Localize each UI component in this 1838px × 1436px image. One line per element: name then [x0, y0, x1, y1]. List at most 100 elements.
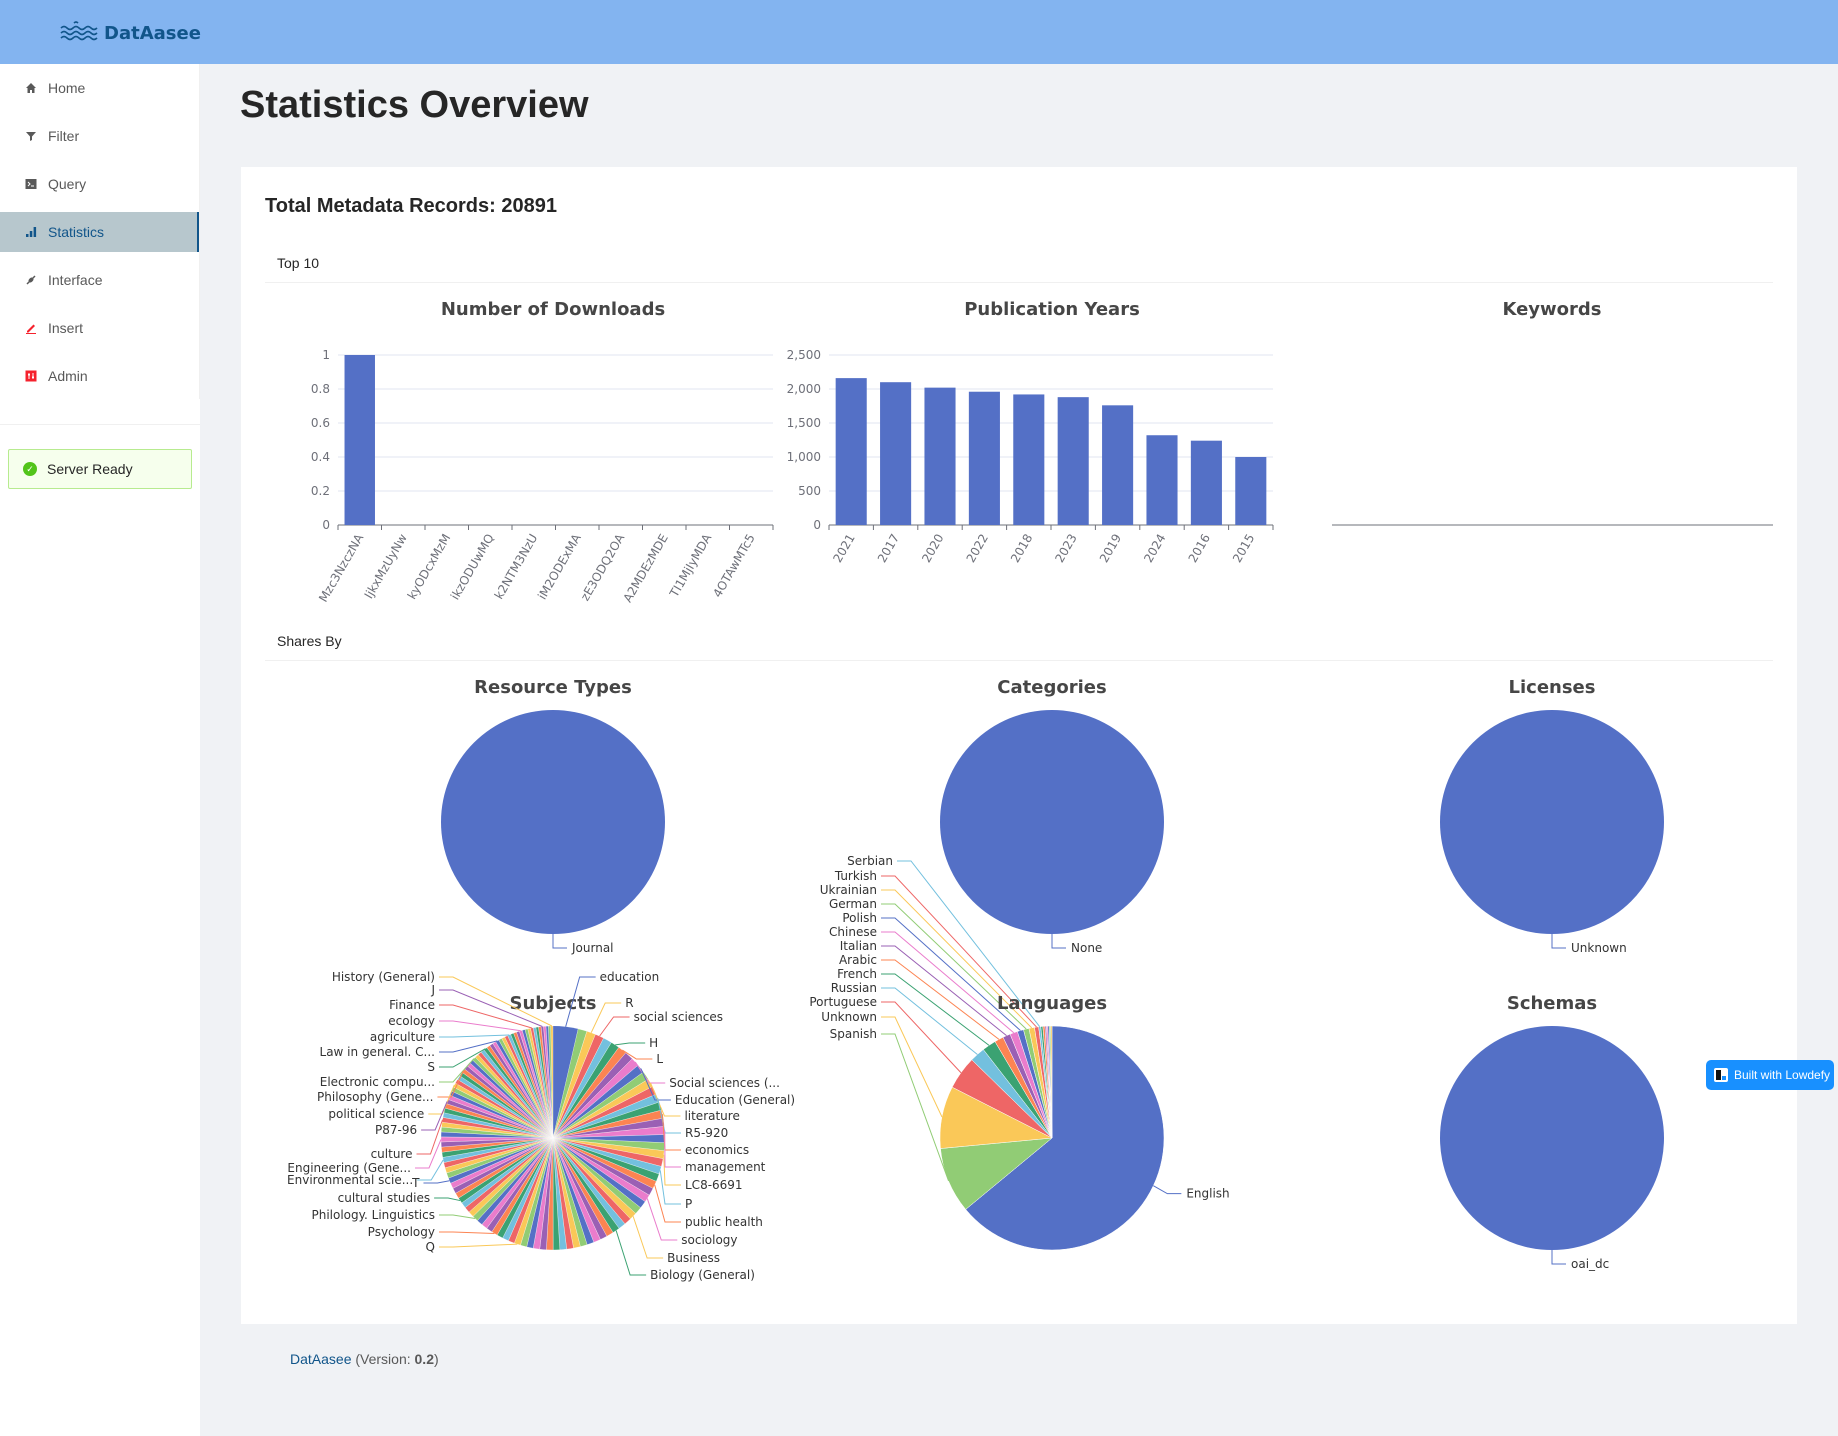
- y-tick-label: 1,500: [787, 416, 821, 430]
- slice-label: Spanish: [830, 1027, 877, 1041]
- label-leader-line: [654, 1184, 681, 1223]
- check-circle-icon: ✓: [23, 462, 37, 476]
- x-tick-label: 2017: [875, 532, 902, 565]
- chart-title: Resource Types: [474, 677, 632, 698]
- slice-label: German: [829, 897, 877, 911]
- app-logo[interactable]: DatAasee: [60, 20, 201, 47]
- slice-label: literature: [684, 1109, 739, 1123]
- chart-title: Licenses: [1509, 677, 1596, 698]
- slice-label: oai_dc: [1571, 1257, 1609, 1271]
- slice-label: Philosophy (Gene...: [317, 1090, 433, 1104]
- slice-label: Ukrainian: [820, 883, 877, 897]
- x-tick-label: 2024: [1141, 532, 1168, 565]
- sidebar-item-home[interactable]: Home: [0, 68, 200, 108]
- waves-icon: [60, 20, 98, 47]
- label-leader-line: [439, 1231, 495, 1234]
- label-leader-line: [664, 1130, 681, 1168]
- x-tick-label: zE3ODQ2OA: [578, 531, 628, 603]
- pie-slice: [940, 710, 1164, 934]
- label-leader-line: [416, 1119, 443, 1155]
- bar: [1057, 397, 1089, 525]
- label-leader-line: [615, 1042, 646, 1046]
- sidebar-item-filter[interactable]: Filter: [0, 116, 200, 156]
- sidebar-item-insert[interactable]: Insert: [0, 308, 200, 348]
- label-leader-line: [663, 1154, 681, 1186]
- y-tick-label: 1: [322, 348, 330, 362]
- edit-icon: [24, 321, 38, 335]
- sidebar-item-interface[interactable]: Interface: [0, 260, 200, 300]
- x-tick-label: kyODcxMzM: [405, 532, 454, 602]
- chart-title: Keywords: [1502, 299, 1601, 320]
- slice-label: Electronic compu...: [320, 1075, 435, 1089]
- slice-label: LC8-6691: [685, 1178, 743, 1192]
- sidebar-item-label: Interface: [48, 272, 103, 288]
- slice-label: culture: [371, 1147, 413, 1161]
- bar: [1235, 457, 1267, 525]
- y-tick-label: 0.4: [311, 450, 330, 464]
- bar: [1102, 405, 1134, 525]
- label-leader-line: [632, 1216, 664, 1259]
- x-tick-label: 2018: [1008, 532, 1035, 565]
- label-leader-line: [423, 1180, 450, 1184]
- footer-version-prefix: (Version:: [351, 1351, 415, 1367]
- bar: [1190, 440, 1222, 525]
- slice-label: R5-920: [685, 1126, 728, 1140]
- app-name: DatAasee: [104, 23, 201, 44]
- label-leader-line: [439, 1034, 510, 1038]
- sidebar-item-query[interactable]: Query: [0, 164, 200, 204]
- y-tick-label: 0: [813, 518, 821, 532]
- slice-label: P87-96: [375, 1123, 417, 1137]
- slice-label: English: [1186, 1187, 1229, 1201]
- slice-label: S: [427, 1060, 435, 1074]
- slice-label: Polish: [842, 911, 877, 925]
- sidebar-item-admin[interactable]: Admin: [0, 356, 200, 396]
- slice-label: sociology: [681, 1233, 737, 1247]
- top-header: DatAasee: [0, 0, 1838, 64]
- slice-label: Business: [667, 1251, 720, 1265]
- bar: [968, 391, 1000, 525]
- badge-label: Built with Lowdefy: [1734, 1068, 1831, 1082]
- y-tick-label: 0.6: [311, 416, 330, 430]
- slice-label: Biology (General): [650, 1268, 755, 1282]
- slice-label: Portuguese: [809, 995, 877, 1009]
- pie-slice: [1440, 1026, 1664, 1250]
- control-icon: [24, 369, 38, 383]
- filter-icon: [24, 129, 38, 143]
- label-leader-line: [439, 1243, 518, 1248]
- label-leader-line: [439, 1214, 476, 1220]
- slice-label: Education (General): [675, 1093, 795, 1107]
- slice-label: education: [600, 970, 660, 984]
- x-tick-label: k2NTM3NzU: [492, 532, 541, 602]
- x-tick-label: Mzc3NzczNA: [316, 531, 367, 605]
- label-leader-line: [659, 1170, 681, 1205]
- x-tick-label: IjkxMzUyNw: [362, 531, 410, 601]
- x-tick-label: iM2ODExMA: [535, 531, 584, 602]
- sidebar-divider: [0, 424, 200, 425]
- built-with-lowdefy-badge[interactable]: Built with Lowdefy: [1706, 1060, 1834, 1090]
- sidebar-item-statistics[interactable]: Statistics: [0, 212, 200, 252]
- slice-label: Journal: [571, 941, 614, 955]
- x-tick-label: ikzODUwMQ: [448, 532, 497, 603]
- bar-chart-icon: [24, 225, 38, 239]
- slice-label: T: [411, 1176, 420, 1190]
- sidebar-item-label: Filter: [48, 128, 80, 144]
- x-tick-label: 2021: [830, 532, 857, 565]
- label-leader-line: [1551, 934, 1566, 949]
- slice-label: economics: [685, 1143, 749, 1157]
- slice-label: Chinese: [829, 925, 877, 939]
- slice-label: Philology. Linguistics: [312, 1208, 436, 1222]
- footer-version: 0.2: [414, 1351, 434, 1367]
- bar: [880, 382, 912, 525]
- slice-label: cultural studies: [338, 1191, 430, 1205]
- slice-label: Serbian: [847, 854, 893, 868]
- slice-label: social sciences: [634, 1010, 723, 1024]
- sidebar-item-label: Statistics: [48, 224, 105, 240]
- sidebar-item-label: Admin: [48, 368, 88, 384]
- footer-app-link[interactable]: DatAasee: [290, 1351, 351, 1367]
- slice-label: political science: [328, 1107, 424, 1121]
- label-leader-line: [615, 1230, 647, 1276]
- slice-label: L: [656, 1052, 663, 1066]
- label-leader-line: [1051, 934, 1066, 949]
- chart-title: Subjects: [509, 993, 596, 1014]
- sidebar-menu: Home Filter Query Statistics Interface Insert…: [0, 64, 200, 404]
